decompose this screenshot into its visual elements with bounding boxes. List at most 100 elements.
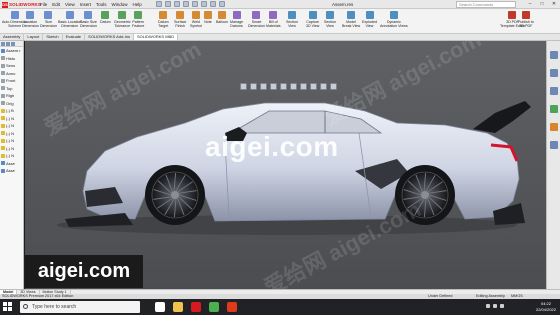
command-button[interactable]: Exploded View [362, 11, 377, 28]
command-tab[interactable]: Assembly [0, 34, 25, 40]
command-tab[interactable]: Evaluate [63, 34, 86, 40]
command-button[interactable]: Pattern Feature [132, 11, 144, 28]
adobe-icon[interactable] [227, 302, 237, 312]
tree-item[interactable]: Anno [0, 70, 23, 78]
car-model[interactable] [25, 41, 546, 289]
menu-window[interactable]: Window [112, 1, 128, 8]
command-button[interactable]: Publish to 3D PDF [518, 11, 534, 28]
rebuild-icon[interactable] [210, 1, 216, 7]
command-button[interactable]: Balloon [216, 11, 228, 24]
menu-insert[interactable]: Insert [80, 1, 91, 8]
tree-item[interactable]: Sens [0, 62, 23, 70]
property-manager-tab-icon[interactable] [6, 42, 10, 46]
command-tab[interactable]: Sketch [43, 34, 63, 40]
command-button[interactable]: Section View [324, 11, 336, 28]
menu-edit[interactable]: Edit [52, 1, 60, 8]
open-file-icon[interactable] [165, 1, 171, 7]
tree-item[interactable]: (-) N [0, 145, 23, 153]
command-button[interactable]: Surface Finish [174, 11, 186, 28]
tree-item[interactable]: (-) B [0, 107, 23, 115]
zoom-to-fit-icon[interactable] [240, 83, 247, 90]
file-explorer-icon[interactable] [173, 302, 183, 312]
command-button[interactable]: Weld Symbol [190, 11, 202, 28]
save-icon[interactable] [174, 1, 180, 7]
menu-file[interactable]: File [40, 1, 47, 8]
command-button[interactable]: Section View [286, 11, 298, 28]
tree-item[interactable]: (-) N [0, 137, 23, 145]
display-style-icon[interactable] [290, 83, 297, 90]
volume-icon[interactable] [500, 304, 504, 308]
chevron-up-icon[interactable] [486, 304, 490, 308]
menu-tools[interactable]: Tools [96, 1, 107, 8]
minimize-button[interactable]: – [524, 0, 536, 8]
tree-item[interactable]: Front [0, 77, 23, 85]
print-icon[interactable] [183, 1, 189, 7]
hide-show-items-icon[interactable] [300, 83, 307, 90]
command-button[interactable]: Size Dimension [40, 11, 57, 28]
chrome-icon[interactable] [209, 302, 219, 312]
select-icon[interactable] [201, 1, 207, 7]
command-button[interactable]: Datum Target [158, 11, 169, 28]
command-icon [10, 11, 19, 19]
tree-item[interactable]: Asse [0, 160, 23, 168]
taskbar-clock[interactable]: 04:22 22/04/2022 [536, 301, 556, 313]
close-button[interactable]: ✕ [548, 0, 560, 8]
custom-properties-icon[interactable] [549, 141, 558, 149]
new-file-icon[interactable] [156, 1, 162, 7]
tree-item[interactable]: (-) N [0, 152, 23, 160]
command-button[interactable]: Geometric Tolerance [114, 11, 131, 28]
tree-item[interactable]: Asse [0, 167, 23, 175]
command-tab[interactable]: SOLIDWORKS MBD [133, 34, 179, 40]
menu-view[interactable]: View [65, 1, 75, 8]
command-button[interactable]: Datum [100, 11, 111, 24]
solidworks-logo[interactable]: DS SOLIDWORKS [2, 1, 41, 8]
tree-item[interactable]: Orig [0, 100, 23, 108]
command-button[interactable]: Location Dimension [22, 11, 39, 28]
command-button[interactable]: Smart Dimension [248, 11, 265, 28]
taskbar-search-input[interactable]: Type here to search [20, 301, 140, 313]
front-wheel[interactable] [145, 165, 205, 225]
tree-item[interactable]: Righ [0, 92, 23, 100]
windows-start-icon[interactable] [3, 302, 12, 311]
tree-item[interactable]: (-) N [0, 122, 23, 130]
undo-icon[interactable] [192, 1, 198, 7]
file-explorer-icon[interactable] [549, 87, 558, 95]
tree-item[interactable]: (-) N [0, 115, 23, 123]
previous-view-icon[interactable] [260, 83, 267, 90]
graphics-area[interactable]: 爱给网 aigei.com 爱给网 aigei.com 爱给网 aigei.co… [25, 41, 546, 289]
search-commands-input[interactable]: Search Commands [456, 1, 516, 8]
edit-appearance-icon[interactable] [310, 83, 317, 90]
menu-help[interactable]: Help [133, 1, 142, 8]
design-library-icon[interactable] [549, 69, 558, 77]
command-button[interactable]: Manage Datums [230, 11, 243, 28]
solidworks-resources-icon[interactable] [549, 51, 558, 59]
command-button[interactable]: Note [204, 11, 212, 24]
task-view-icon[interactable] [155, 302, 165, 312]
tree-item[interactable]: Histo [0, 55, 23, 63]
view-orientation-icon[interactable] [280, 83, 287, 90]
appearances-icon[interactable] [549, 123, 558, 131]
solidworks-icon[interactable] [191, 302, 201, 312]
command-button[interactable]: Basic Location Dimension [58, 11, 81, 28]
feature-manager-tab-icon[interactable] [1, 42, 5, 46]
command-tab[interactable]: Layout [24, 34, 44, 40]
command-button[interactable]: Model Break View [342, 11, 360, 28]
tree-item[interactable]: Assem.r [0, 47, 23, 55]
view-palette-icon[interactable] [549, 105, 558, 113]
scenes-icon[interactable] [320, 83, 327, 90]
maximize-button[interactable]: □ [536, 0, 548, 8]
command-button[interactable]: Capture 3D View [306, 11, 319, 28]
tree-item[interactable]: Top [0, 85, 23, 93]
zoom-area-icon[interactable] [250, 83, 257, 90]
section-view-icon[interactable] [270, 83, 277, 90]
command-button[interactable]: Bill of Materials [266, 11, 281, 28]
options-icon[interactable] [219, 1, 225, 7]
command-button[interactable]: Basic Size Dimension [80, 11, 97, 28]
network-icon[interactable] [493, 304, 497, 308]
view-settings-icon[interactable] [330, 83, 337, 90]
tree-item[interactable]: (-) N [0, 130, 23, 138]
configuration-manager-tab-icon[interactable] [11, 42, 15, 46]
command-tab[interactable]: SOLIDWORKS Add-Ins [85, 34, 134, 40]
rear-wheel[interactable] [395, 165, 455, 225]
command-button[interactable]: Dynamic Annotation Views [380, 11, 408, 28]
